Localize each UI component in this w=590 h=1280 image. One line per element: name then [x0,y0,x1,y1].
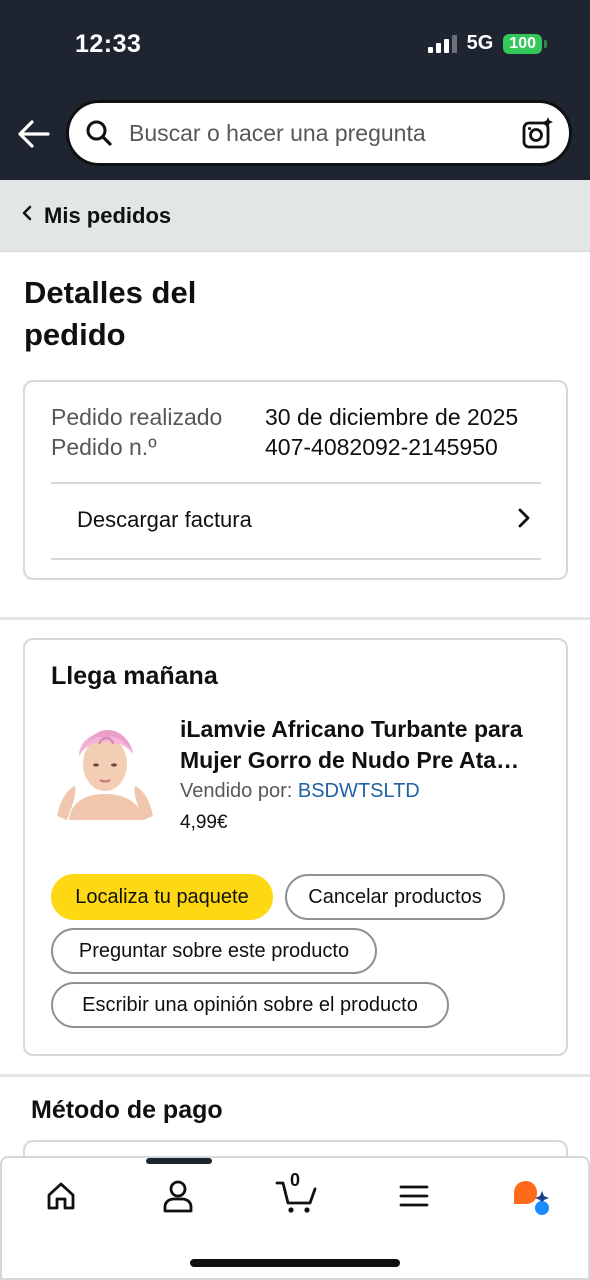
divider [51,558,541,560]
search-icon [83,117,115,149]
signal-icon [427,34,457,53]
page-title: Detalles del pedido [24,275,197,352]
menu-icon[interactable] [389,1174,439,1218]
chevron-left-icon [22,204,32,227]
battery-icon: 100 [503,33,547,54]
seller-prefix: Vendido por: [180,780,298,802]
download-invoice-row[interactable]: Descargar factura [51,484,541,556]
back-arrow-icon[interactable] [16,116,52,152]
product-image[interactable] [49,716,161,820]
seller-info: Vendido por: BSDWTSLTD [180,780,420,803]
status-indicators: 5G 100 [427,32,547,55]
breadcrumb[interactable]: Mis pedidos [0,180,590,252]
write-review-button[interactable]: Escribir una opinión sobre el producto [51,982,449,1028]
account-icon[interactable] [153,1174,203,1218]
delivery-status: Llega mañana [51,662,218,690]
order-number-value: 407-4082092-2145950 [265,434,498,460]
payment-method-title: Método de pago [31,1096,223,1124]
camera-search-icon[interactable] [521,116,555,150]
shipment-card: Llega mañana iLamvie Africano Turbante p… [23,638,568,1056]
search-bar[interactable] [66,100,572,166]
track-package-button[interactable]: Localiza tu paquete [51,874,273,920]
section-divider [0,617,590,620]
breadcrumb-label[interactable]: Mis pedidos [44,203,171,229]
scroll-handle [146,1158,212,1164]
cancel-items-button[interactable]: Cancelar productos [285,874,505,920]
network-label: 5G [466,32,494,54]
order-info-card: Pedido realizado 30 de diciembre de 2025… [23,380,568,580]
chevron-right-icon [517,507,531,534]
search-input[interactable] [129,119,521,147]
download-invoice-label[interactable]: Descargar factura [77,507,252,533]
home-icon[interactable] [36,1174,86,1218]
order-placed-value: 30 de diciembre de 2025 [265,404,519,430]
home-indicator [190,1259,400,1267]
cart-icon[interactable]: 0 [272,1170,322,1218]
product-price: 4,99€ [180,812,228,833]
order-number-label: Pedido n.º [51,434,157,460]
order-placed-label: Pedido realizado [51,404,223,430]
product-title[interactable]: iLamvie Africano Turbante para Mujer Gor… [180,714,550,776]
cart-count: 0 [290,1170,301,1190]
top-header: 12:33 5G 100 [0,0,590,180]
rufus-icon[interactable] [506,1174,556,1218]
status-time: 12:33 [75,30,142,58]
ask-product-question-button[interactable]: Preguntar sobre este producto [51,928,377,974]
seller-link[interactable]: BSDWTSLTD [298,780,420,802]
section-divider [0,1074,590,1077]
